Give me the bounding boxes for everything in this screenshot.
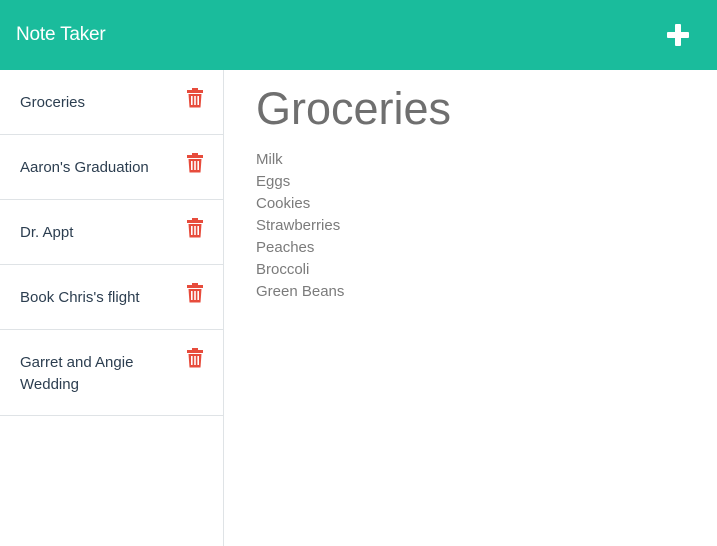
note-text-line: Milk [256,151,283,168]
note-item-title: Book Chris's flight [20,289,140,306]
note-item-title: Groceries [20,94,86,111]
trash-icon [187,153,203,173]
note-text-line: Broccoli [256,261,310,278]
note-item-garret-angie-wedding[interactable]: Garret and Angie Wedding [0,330,223,416]
trash-icon [187,348,203,368]
note-item-title: Aaron's Graduation [20,159,149,176]
note-list: Groceries Aaron's Graduation Dr. Appt Bo… [0,70,223,416]
note-viewer: Groceries Milk Eggs Cookies Strawberries… [256,80,696,303]
note-text-line: Eggs [256,173,291,190]
note-item-aarons-graduation[interactable]: Aaron's Graduation [0,135,223,200]
plus-icon [667,24,689,46]
delete-note-button[interactable] [187,153,203,173]
note-text-line: Strawberries [256,217,341,234]
delete-note-button[interactable] [187,283,203,303]
note-text-line: Green Beans [256,283,345,300]
note-text-line: Cookies [256,195,311,212]
new-note-button[interactable] [662,19,694,51]
note-item-dr-appt[interactable]: Dr. Appt [0,200,223,265]
note-text-line: Peaches [256,239,315,256]
notes-sidebar: Groceries Aaron's Graduation Dr. Appt Bo… [0,70,224,546]
navbar: Note Taker [0,0,717,70]
trash-icon [187,218,203,238]
note-item-groceries[interactable]: Groceries [0,70,223,135]
trash-icon [187,88,203,108]
trash-icon [187,283,203,303]
app-title[interactable]: Note Taker [16,23,106,47]
delete-note-button[interactable] [187,88,203,108]
note-title[interactable]: Groceries [256,80,696,138]
note-item-title: Garret and Angie Wedding [20,354,134,393]
delete-note-button[interactable] [187,348,203,368]
note-item-book-chris-flight[interactable]: Book Chris's flight [0,265,223,330]
delete-note-button[interactable] [187,218,203,238]
note-text[interactable]: Milk Eggs Cookies Strawberries Peaches B… [256,149,696,303]
note-item-title: Dr. Appt [20,224,74,241]
